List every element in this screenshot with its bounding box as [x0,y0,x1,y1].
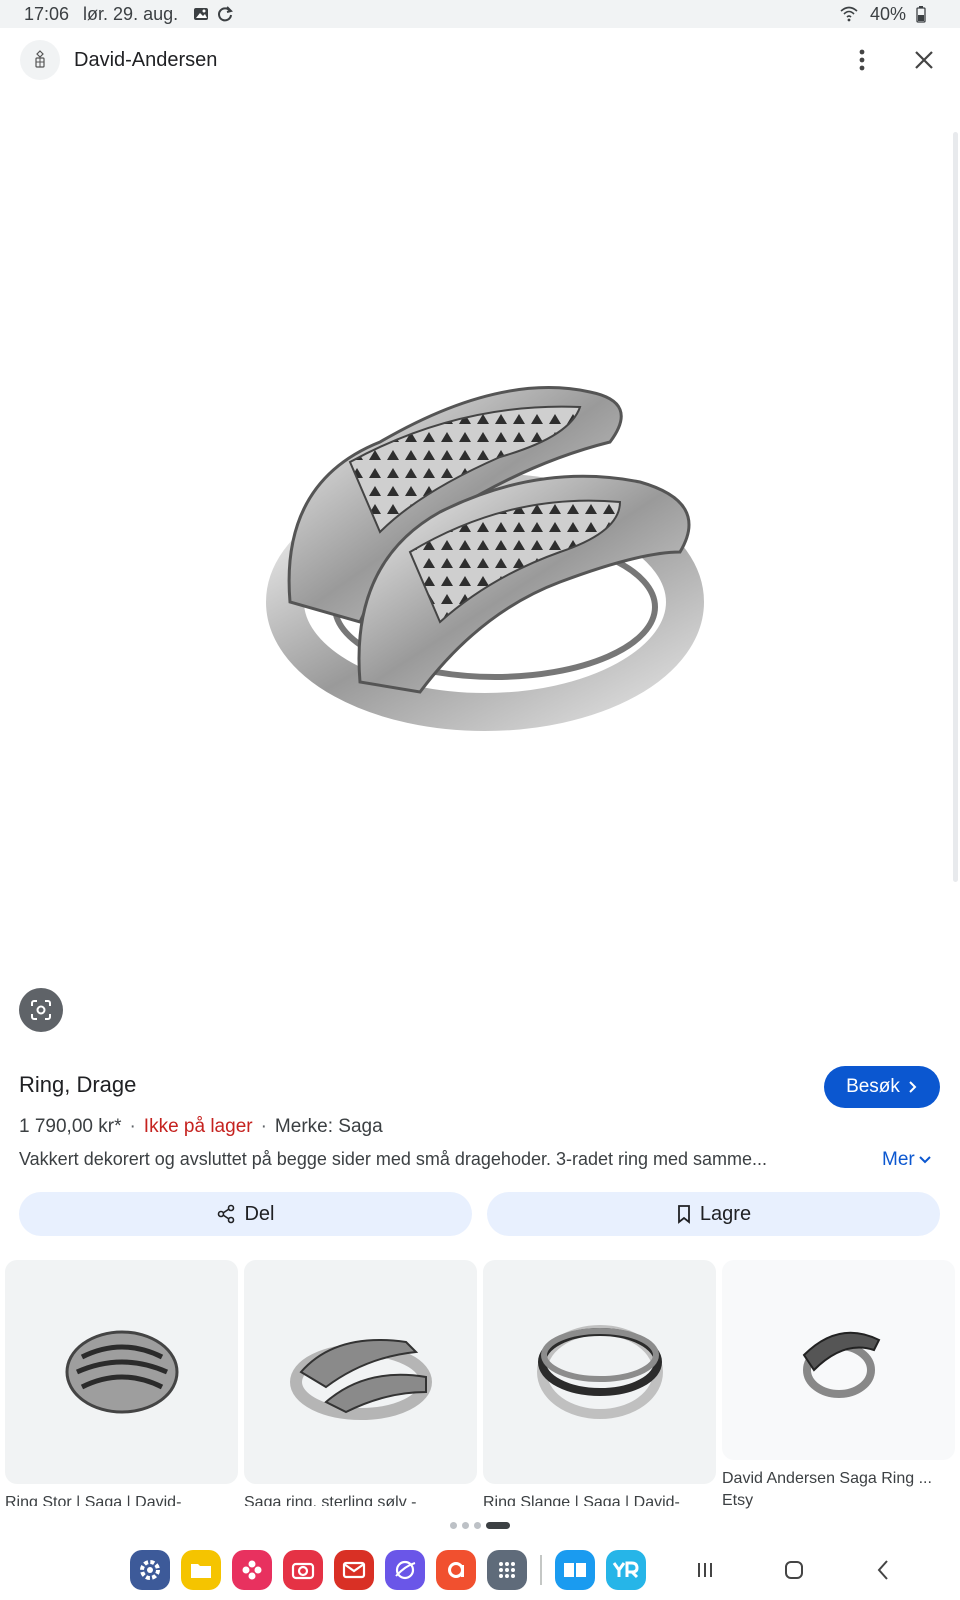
battery-icon [912,5,930,23]
chevron-down-icon [919,1156,931,1164]
files-app-icon[interactable] [181,1550,221,1590]
gallery-app-icon[interactable] [232,1550,272,1590]
related-card[interactable]: Saga ring, sterling sølv - [244,1260,477,1510]
related-caption[interactable]: Ring Slange | Saga | David- [483,1494,716,1506]
related-caption[interactable]: Ring Stor | Saga | David- [5,1494,238,1506]
app-dock [0,1540,960,1600]
sync-icon [216,5,234,23]
related-thumbnail[interactable] [244,1260,477,1484]
carousel-pager [450,1522,510,1529]
related-card[interactable]: Ring Slange | Saga | David- [483,1260,716,1510]
related-results: Ring Stor | Saga | David- Saga ring, ste… [5,1260,960,1510]
pager-dot [474,1522,481,1529]
wifi-icon [840,5,858,23]
viewer-header: David-Andersen [0,28,960,92]
internet-app-icon[interactable] [385,1550,425,1590]
save-label: Lagre [699,1202,752,1225]
weather-app-icon[interactable] [606,1550,646,1590]
scrollbar[interactable] [953,132,958,882]
mail-app-icon[interactable] [334,1550,374,1590]
visit-label: Besøk [846,1076,900,1097]
gallery-icon [192,5,210,23]
brand: Merke: Saga [274,1116,383,1137]
site-name[interactable]: David-Andersen [74,49,217,72]
product-description: Vakkert dekorert og avsluttet på begge s… [19,1149,768,1169]
separator: · [129,1116,136,1137]
lens-icon[interactable] [19,988,63,1032]
settings-app-icon[interactable] [130,1550,170,1590]
ring-image [266,386,704,731]
close-icon[interactable] [908,44,940,76]
related-caption[interactable]: Saga ring, sterling sølv - [244,1494,477,1506]
more-button[interactable]: Mer [882,1149,931,1171]
recents-icon[interactable] [685,1550,725,1590]
save-button[interactable]: Lagre [487,1192,940,1236]
pager-dot [450,1522,457,1529]
pager-dot-active [486,1522,510,1529]
product-title: Ring, Drage [19,1072,137,1097]
chevron-right-icon [909,1081,917,1093]
related-thumbnail[interactable] [483,1260,716,1484]
back-icon[interactable] [863,1550,903,1590]
price: 1 790,00 kr* [19,1116,122,1137]
more-label: Mer [882,1149,915,1170]
related-source: Etsy [722,1492,754,1509]
separator: · [260,1116,267,1137]
home-icon[interactable] [774,1550,814,1590]
dock-divider [540,1555,542,1585]
apps-grid-icon[interactable] [487,1550,527,1590]
bookmark-icon [678,1205,690,1224]
battery-level: 40% [869,3,906,24]
share-label: Del [244,1202,275,1225]
product-image[interactable] [0,92,960,952]
product-meta: 1 790,00 kr* · Ikke på lager · Merke: Sa… [19,1116,383,1138]
store-app-icon[interactable] [436,1550,476,1590]
site-logo-icon [20,40,60,80]
related-thumbnail[interactable] [5,1260,238,1484]
share-icon [218,1204,235,1224]
related-card[interactable]: Ring Stor | Saga | David- [5,1260,238,1510]
share-button[interactable]: Del [19,1192,472,1236]
clock: 17:06 [24,3,70,24]
related-card[interactable]: David Andersen Saga Ring ... Etsy [722,1260,955,1510]
reader-app-icon[interactable] [555,1550,595,1590]
more-vert-icon[interactable] [846,44,878,76]
pager-dot [462,1522,469,1529]
related-caption[interactable]: David Andersen Saga Ring ... [722,1470,955,1488]
related-thumbnail[interactable] [722,1260,955,1460]
visit-button[interactable]: Besøk [824,1066,940,1108]
camera-app-icon[interactable] [283,1550,323,1590]
status-bar: 17:06 lør. 29. aug. 40% [0,0,960,28]
date: lør. 29. aug. [83,3,179,24]
stock-status: Ikke på lager [143,1116,253,1137]
